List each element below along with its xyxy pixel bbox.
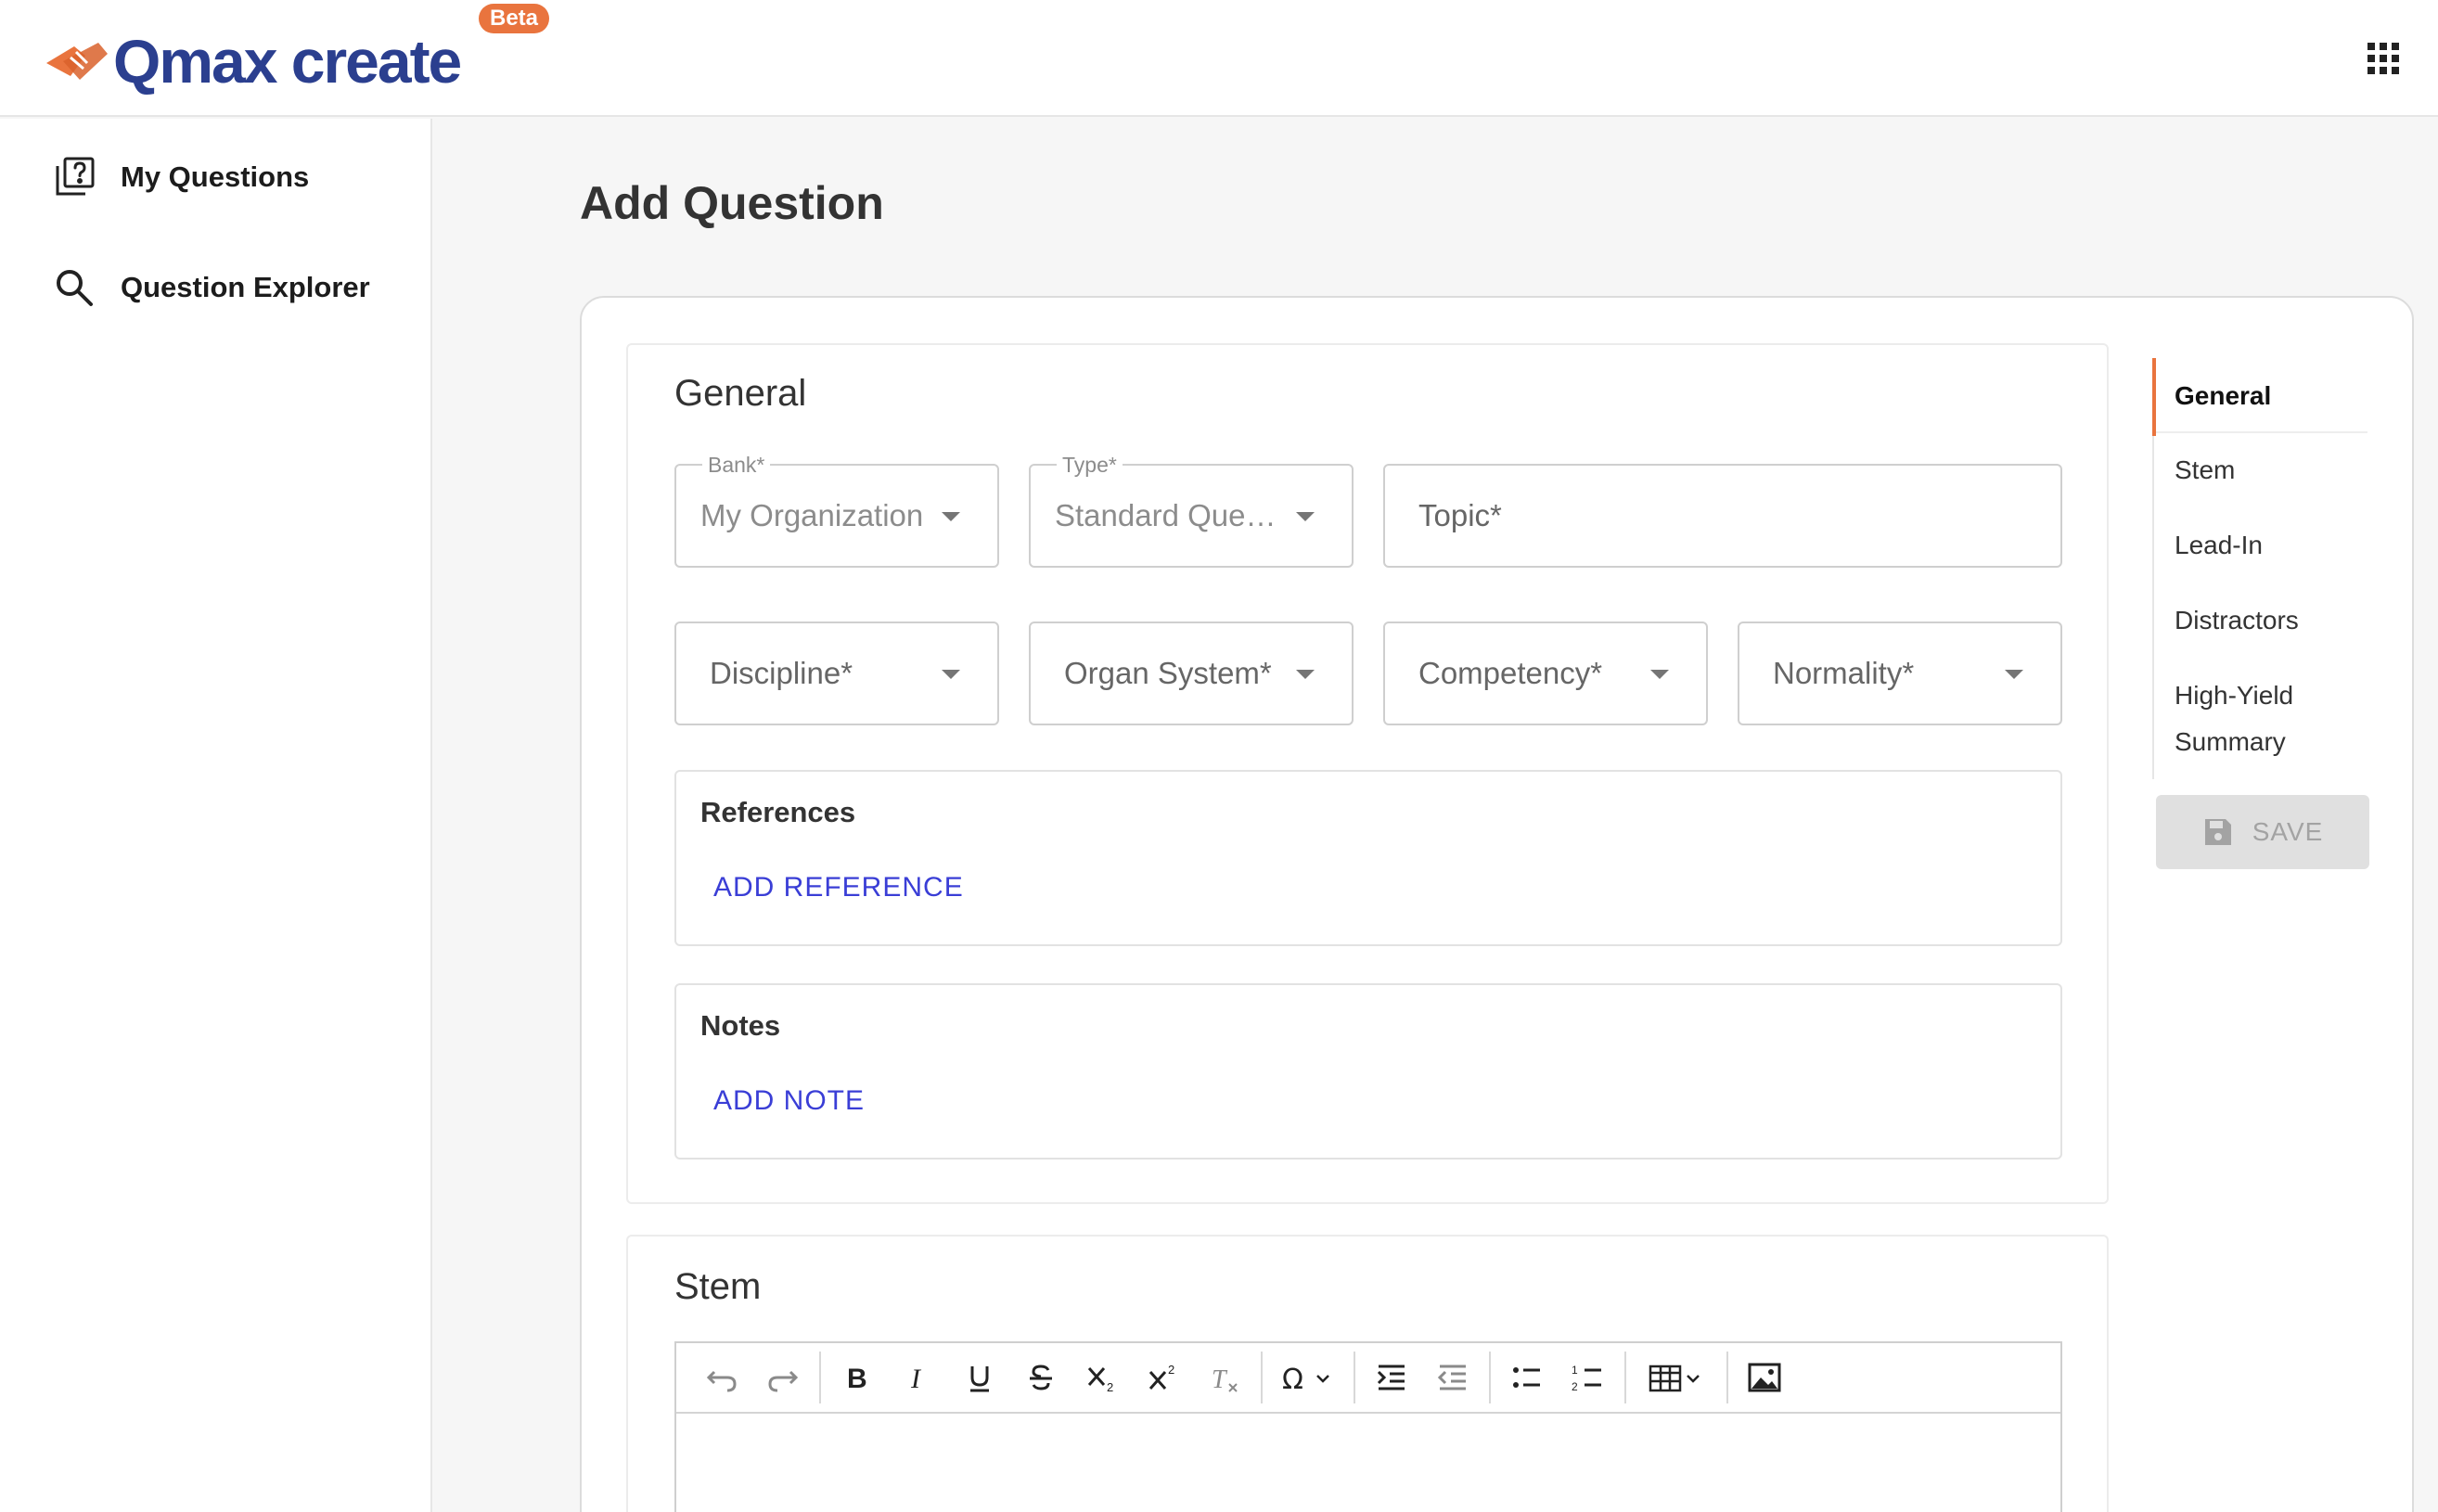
- svg-text:T: T: [1212, 1365, 1228, 1394]
- toolbar-divider: [1726, 1352, 1728, 1403]
- underline-icon[interactable]: [949, 1350, 1010, 1405]
- editor-toolbar: B I 2 2 T Ω 1 2: [676, 1343, 2060, 1414]
- logo-text: Qmax create: [113, 27, 462, 96]
- normality-placeholder: Normality*: [1773, 656, 1915, 690]
- svg-text:1: 1: [1572, 1364, 1578, 1377]
- svg-text:Ω: Ω: [1282, 1364, 1303, 1396]
- page-title: Add Question: [580, 177, 884, 229]
- notes-title: Notes: [700, 1009, 781, 1042]
- discipline-select[interactable]: Discipline*: [674, 621, 999, 725]
- dropdown-arrow-icon: [1296, 512, 1315, 521]
- section-title-general: General: [674, 373, 807, 414]
- discipline-placeholder: Discipline*: [710, 656, 853, 690]
- section-title-stem: Stem: [674, 1266, 762, 1307]
- stem-editor[interactable]: B I 2 2 T Ω 1 2: [674, 1341, 2062, 1512]
- bank-value: My Organization: [700, 498, 924, 532]
- search-icon: [57, 270, 93, 306]
- svg-text:I: I: [910, 1364, 922, 1394]
- toolbar-divider: [1489, 1352, 1491, 1403]
- toc-item-general[interactable]: General: [2175, 373, 2271, 419]
- dropdown-arrow-icon: [1296, 670, 1315, 679]
- notes-box: Notes ADD NOTE: [674, 983, 2062, 1160]
- topic-placeholder: Topic*: [1418, 498, 1502, 532]
- competency-select[interactable]: Competency*: [1383, 621, 1708, 725]
- undo-icon[interactable]: [691, 1350, 752, 1405]
- app-logo[interactable]: Qmax create: [43, 24, 462, 98]
- toolbar-divider: [819, 1352, 821, 1403]
- references-box: References ADD REFERENCE: [674, 770, 2062, 946]
- clear-format-icon[interactable]: T: [1194, 1350, 1255, 1405]
- bank-select[interactable]: Bank* My Organization: [674, 453, 999, 568]
- toc-track: [2152, 436, 2154, 779]
- toc-active-indicator: [2152, 358, 2156, 436]
- save-button[interactable]: SAVE: [2156, 795, 2369, 869]
- add-reference-button[interactable]: ADD REFERENCE: [713, 872, 964, 903]
- type-select[interactable]: Type* Standard Que…: [1029, 453, 1354, 568]
- svg-text:2: 2: [1107, 1380, 1113, 1394]
- sidebar-item-question-explorer[interactable]: Question Explorer: [52, 260, 370, 315]
- sidebar-item-my-questions[interactable]: My Questions: [52, 149, 309, 205]
- toc-divider: [2156, 431, 2367, 433]
- app-header: Qmax create Beta: [0, 0, 2438, 117]
- competency-placeholder: Competency*: [1418, 656, 1603, 690]
- add-note-button[interactable]: ADD NOTE: [713, 1085, 865, 1117]
- save-icon: [2204, 819, 2231, 845]
- italic-icon[interactable]: I: [888, 1350, 949, 1405]
- references-title: References: [700, 796, 856, 828]
- question-pages-icon: [56, 157, 95, 196]
- topic-input[interactable]: Topic*: [1383, 464, 2062, 568]
- subscript-icon[interactable]: 2: [1071, 1350, 1133, 1405]
- bullet-list-icon[interactable]: [1496, 1350, 1558, 1405]
- redo-icon[interactable]: [752, 1350, 814, 1405]
- logo-mark-icon: [46, 43, 108, 80]
- toc-item-lead-in[interactable]: Lead-In: [2175, 522, 2263, 569]
- sidebar: My Questions Question Explorer: [0, 119, 432, 1512]
- bold-icon[interactable]: B: [827, 1350, 888, 1405]
- sidebar-item-label: My Questions: [121, 160, 310, 193]
- toolbar-divider: [1624, 1352, 1626, 1403]
- sidebar-item-label: Question Explorer: [121, 271, 370, 303]
- toolbar-divider: [1354, 1352, 1355, 1403]
- superscript-icon[interactable]: 2: [1133, 1350, 1194, 1405]
- toc-item-high-yield-summary[interactable]: High-Yield Summary: [2175, 673, 2323, 765]
- type-value: Standard Que…: [1055, 498, 1277, 532]
- toc-item-stem[interactable]: Stem: [2175, 447, 2235, 493]
- organ-system-select[interactable]: Organ System*: [1029, 621, 1354, 725]
- special-char-icon[interactable]: Ω: [1268, 1350, 1348, 1405]
- apps-grid-icon[interactable]: [2367, 43, 2399, 74]
- dropdown-arrow-icon: [942, 512, 960, 521]
- stem-section: Stem B I 2 2 T Ω 1 2: [626, 1235, 2109, 1512]
- svg-text:B: B: [847, 1364, 867, 1394]
- table-icon[interactable]: [1632, 1350, 1721, 1405]
- dropdown-arrow-icon: [2005, 670, 2023, 679]
- general-section: General Bank* My Organization Type* Stan…: [626, 343, 2109, 1204]
- dropdown-arrow-icon: [1650, 670, 1669, 679]
- image-icon[interactable]: [1734, 1350, 1795, 1405]
- toc-item-distractors[interactable]: Distractors: [2175, 597, 2299, 644]
- normality-select[interactable]: Normality*: [1738, 621, 2062, 725]
- dropdown-arrow-icon: [942, 670, 960, 679]
- indent-icon[interactable]: [1361, 1350, 1422, 1405]
- strikethrough-icon[interactable]: [1010, 1350, 1071, 1405]
- outdent-icon[interactable]: [1422, 1350, 1483, 1405]
- svg-text:2: 2: [1572, 1380, 1578, 1393]
- beta-badge: Beta: [479, 4, 550, 33]
- organ-system-placeholder: Organ System*: [1064, 656, 1272, 690]
- numbered-list-icon[interactable]: 12: [1558, 1350, 1619, 1405]
- svg-text:2: 2: [1168, 1363, 1174, 1377]
- toolbar-divider: [1261, 1352, 1263, 1403]
- save-label: SAVE: [2252, 817, 2324, 846]
